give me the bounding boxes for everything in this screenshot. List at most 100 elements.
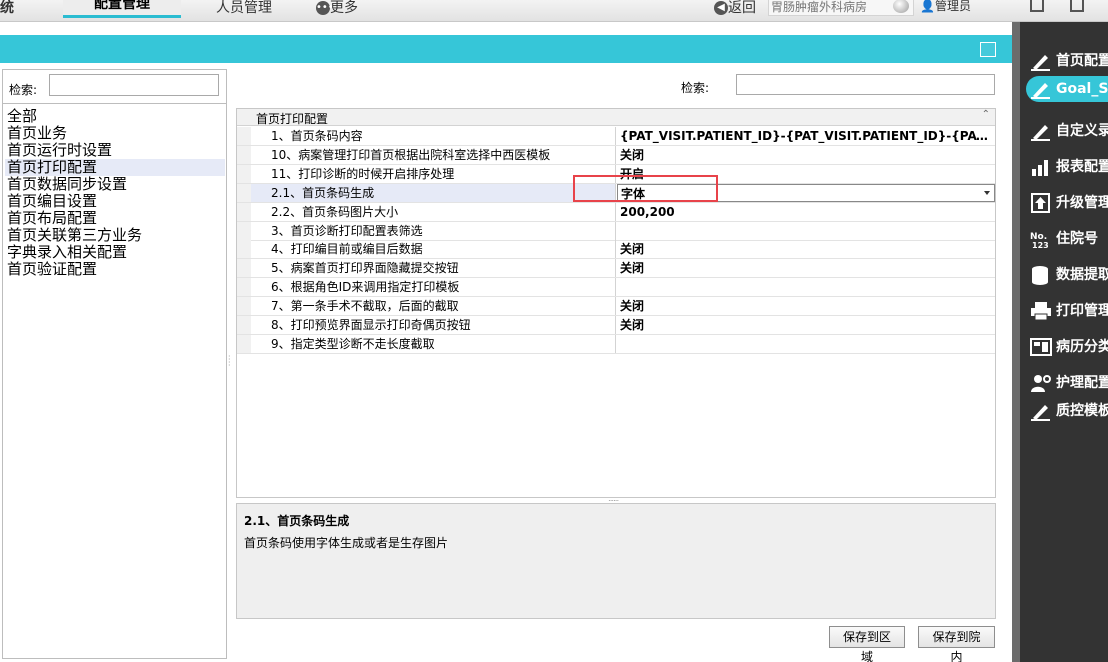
download-icon[interactable] (1030, 0, 1044, 12)
sidebar-item[interactable]: Goal_S (1026, 76, 1108, 102)
user-name: 管理员 (934, 0, 971, 13)
maximize-icon[interactable] (980, 42, 996, 57)
tree-item[interactable]: 首页打印配置 (5, 159, 225, 176)
tree-item[interactable]: 首页运行时设置 (5, 142, 225, 159)
tree-item[interactable]: 首页布局配置 (5, 210, 225, 227)
row-label: 8、打印预览界面显示打印奇偶页按钮 (251, 316, 616, 334)
dropdown-arrow-icon[interactable] (984, 190, 990, 195)
tree-item[interactable]: 全部 (5, 108, 225, 125)
back-button[interactable]: ◀ 返回 (714, 0, 756, 17)
mail-icon[interactable] (1070, 0, 1084, 12)
sidebar-item[interactable]: 首页配置 (1030, 48, 1108, 74)
row-value[interactable]: {PAT_VISIT.PATIENT_ID}-{PAT_VISIT.PATIEN… (617, 127, 995, 145)
department-name: 胃肠肿瘤外科病房 (771, 0, 868, 14)
sidebar-item[interactable]: 护理配置 (1030, 370, 1108, 396)
row-gutter (237, 316, 251, 334)
sidebar-item[interactable]: 质控模板 (1030, 398, 1108, 424)
sidebar-item-label: 自定义录 (1056, 123, 1108, 139)
config-search-input[interactable] (736, 74, 995, 95)
row-value[interactable]: 关闭 (617, 146, 995, 164)
row-label: 7、第一条手术不截取，后面的截取 (251, 297, 616, 316)
sidebar-item[interactable]: 升级管理 (1030, 190, 1108, 216)
grid-row[interactable]: 2.2、首页条码图片大小 200,200 (237, 202, 995, 222)
row-value[interactable]: 关闭 (617, 240, 995, 258)
printer-icon (1030, 301, 1052, 321)
grid-category-label: 首页打印配置 (256, 112, 329, 126)
tree-item[interactable]: 首页验证配置 (5, 261, 225, 278)
sidebar-item[interactable]: 病历分类 (1030, 334, 1108, 360)
row-value[interactable]: 关闭 (617, 297, 995, 315)
grid-row[interactable]: 1、首页条码内容 {PAT_VISIT.PATIENT_ID}-{PAT_VISI… (237, 127, 995, 146)
tree-item[interactable]: 首页关联第三方业务 (5, 227, 225, 244)
user-icon: 👤 (920, 0, 935, 13)
tab-staff-management[interactable]: 人员管理 (216, 0, 272, 17)
sidebar-edge (1012, 22, 1020, 662)
sidebar-item[interactable]: 自定义录 (1030, 118, 1108, 144)
row-label: 1、首页条码内容 (251, 127, 616, 145)
row-gutter (237, 127, 251, 145)
more-menu[interactable]: •••更多 (316, 0, 358, 17)
sidebar-item[interactable]: 报表配置 (1030, 154, 1108, 180)
globe-icon (893, 0, 909, 13)
svg-text:123: 123 (1032, 241, 1049, 249)
row-value-text: 关闭 (620, 147, 645, 162)
config-search-label: 检索: (681, 81, 710, 95)
row-gutter (237, 259, 251, 278)
sidebar-item[interactable]: 打印管理 (1030, 298, 1108, 324)
sidebar-item-label: 打印管理 (1056, 303, 1108, 319)
row-value-text: 关闭 (620, 318, 645, 332)
back-arrow-icon: ◀ (714, 1, 728, 15)
row-value[interactable] (617, 335, 995, 353)
grid-row[interactable]: 4、打印编目前或编目后数据 关闭 (237, 240, 995, 260)
grid-row[interactable]: 3、首页诊断打印配置表筛选 (237, 221, 995, 241)
grid-row[interactable]: 6、根据角色ID来调用指定打印模板 (237, 278, 995, 298)
category-panel: 检索: 全部 首页业务 首页运行时设置 首页打印配置 首页数据同步设置 首页编目设置 首页布… (2, 69, 227, 659)
right-sidebar: 首页配置 Goal_S 自定义录 报表配置 升级管理 No. 123 住院号 数据提取 打印管理病… (1012, 22, 1108, 662)
save-to-hospital-button[interactable]: 保存到院内 (918, 626, 995, 662)
property-grid: 首页打印配置 ⌃ 1、首页条码内容 {PAT_VISIT.PATIENT_ID}-… (236, 108, 996, 498)
grid-row[interactable]: 9、指定类型诊断不走长度截取 (237, 334, 995, 354)
grid-row[interactable]: 10、病案管理打印首页根据出院科室选择中西医模板 关闭 (237, 145, 995, 165)
top-nav-bar: 统 配置管理 人员管理 •••更多 ◀ 返回 胃肠肿瘤外科病房 👤管理员 (0, 0, 1108, 22)
collapse-icon[interactable]: ⌃ (982, 109, 990, 120)
user-menu[interactable]: 👤管理员 (920, 0, 971, 14)
tree-item[interactable]: 首页编目设置 (5, 193, 225, 210)
row-label: 6、根据角色ID来调用指定打印模板 (251, 278, 616, 297)
edit-pen-icon (1030, 401, 1052, 421)
tree-item[interactable]: 首页数据同步设置 (5, 176, 225, 193)
sidebar-item-label: 护理配置 (1056, 375, 1108, 391)
row-value[interactable] (617, 278, 995, 296)
row-gutter (237, 221, 251, 240)
row-gutter (237, 297, 251, 316)
tree-item[interactable]: 字典录入相关配置 (5, 244, 225, 261)
row-label: 2.1、首页条码生成 (251, 183, 616, 202)
row-value[interactable]: 关闭 (617, 316, 995, 334)
save-to-region-button[interactable]: 保存到区域 (829, 626, 905, 662)
grid-category-header[interactable]: 首页打印配置 ⌃ (237, 109, 995, 126)
row-value-text: 200,200 (620, 204, 675, 219)
nurse-gear-icon (1030, 373, 1052, 393)
row-value[interactable]: 200,200 (617, 203, 995, 221)
tree-item[interactable]: 首页业务 (5, 125, 225, 142)
grid-row[interactable]: 5、病案首页打印界面隐藏提交按钮 关闭 (237, 259, 995, 279)
vertical-splitter[interactable]: · · · · (228, 353, 231, 370)
tab-config-management[interactable]: 配置管理 (63, 0, 181, 18)
department-selector[interactable]: 胃肠肿瘤外科病房 (768, 0, 914, 16)
sidebar-item-label: 报表配置 (1056, 159, 1108, 175)
category-search-input[interactable] (49, 74, 219, 96)
sidebar-item[interactable]: No. 123 住院号 (1030, 226, 1108, 252)
sidebar-item-label: 住院号 (1056, 231, 1098, 247)
window-title-bar (0, 35, 1012, 63)
grid-row[interactable]: 7、第一条手术不截取，后面的截取 关闭 (237, 297, 995, 317)
grid-row[interactable]: 8、打印预览界面显示打印奇偶页按钮 关闭 (237, 316, 995, 335)
row-value-text: 关闭 (620, 261, 645, 276)
row-value[interactable]: 关闭 (617, 259, 995, 277)
edit-pen-icon (1030, 51, 1052, 71)
row-value[interactable] (617, 222, 995, 240)
row-label: 5、病案首页打印界面隐藏提交按钮 (251, 259, 616, 278)
edit-pen-icon (1030, 79, 1052, 99)
row-value-text: 关闭 (620, 242, 645, 257)
sidebar-item[interactable]: 数据提取 (1030, 262, 1108, 288)
category-search-row: 检索: (3, 70, 226, 104)
row-gutter (237, 183, 251, 202)
